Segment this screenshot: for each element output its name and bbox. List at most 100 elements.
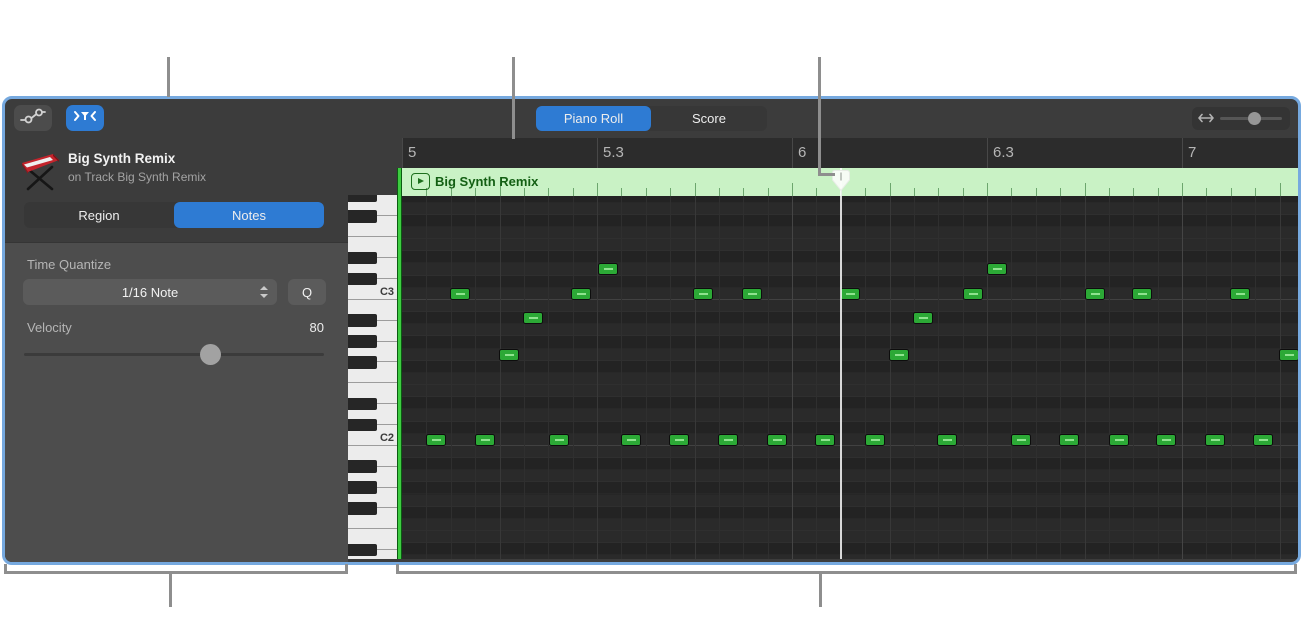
midi-note-C2[interactable]	[815, 434, 835, 446]
region-tick	[426, 188, 427, 196]
midi-note-G2[interactable]	[1279, 349, 1298, 361]
black-key[interactable]	[348, 460, 377, 473]
callout-bracket-left	[4, 571, 348, 574]
zoom-slider-knob[interactable]	[1248, 112, 1261, 125]
midi-note-C3[interactable]	[840, 288, 860, 300]
ruler-label: 6	[798, 138, 806, 168]
view-tabs: Piano Roll Score	[536, 106, 767, 131]
quantize-apply-button[interactable]: Q	[288, 279, 326, 305]
grid-row-G1	[402, 495, 1298, 507]
velocity-slider-knob[interactable]	[200, 344, 221, 365]
piano-roll-editor-window: Big Synth Remix on Track Big Synth Remix…	[2, 96, 1301, 565]
callout-line-playhead-elbow	[818, 173, 835, 176]
black-key[interactable]	[348, 544, 377, 557]
black-key[interactable]	[348, 419, 377, 432]
grid-line	[816, 196, 817, 559]
grid-line	[792, 196, 793, 559]
midi-note-C3[interactable]	[693, 288, 713, 300]
midi-note-C2[interactable]	[475, 434, 495, 446]
midi-note-C2[interactable]	[1059, 434, 1079, 446]
black-key[interactable]	[348, 481, 377, 494]
midi-note-C3[interactable]	[1132, 288, 1152, 300]
midi-note-G2[interactable]	[889, 349, 909, 361]
grid-line	[573, 196, 574, 559]
black-key[interactable]	[348, 252, 377, 265]
black-key[interactable]	[348, 314, 377, 327]
midi-note-C2[interactable]	[937, 434, 957, 446]
region-tick	[792, 183, 793, 196]
midi-note-C2[interactable]	[1011, 434, 1031, 446]
midi-note-C2[interactable]	[549, 434, 569, 446]
time-quantize-select[interactable]: 1/16 Note	[23, 279, 277, 305]
velocity-value: 80	[224, 320, 324, 335]
grid-row-E2	[402, 385, 1298, 397]
midi-note-C2[interactable]	[1109, 434, 1129, 446]
midi-note-G2[interactable]	[499, 349, 519, 361]
grid-line	[768, 196, 769, 559]
region-tick	[987, 183, 988, 196]
track-title: Big Synth Remix	[68, 151, 175, 166]
black-key[interactable]	[348, 273, 377, 286]
grid-line	[1280, 196, 1281, 559]
velocity-label: Velocity	[27, 320, 72, 335]
playhead-line[interactable]	[840, 168, 842, 559]
midi-note-C2[interactable]	[767, 434, 787, 446]
callout-bracket-left-drop	[169, 574, 172, 607]
piano-keyboard[interactable]: C3C2	[348, 195, 397, 559]
region-tick	[914, 188, 915, 196]
midi-note-C2[interactable]	[865, 434, 885, 446]
black-key[interactable]	[348, 335, 377, 348]
midi-note-C2[interactable]	[426, 434, 446, 446]
region-tick	[890, 183, 891, 196]
midi-note-D3[interactable]	[987, 263, 1007, 275]
region-tick	[1206, 188, 1207, 196]
region-tick	[695, 183, 696, 196]
midi-note-C3[interactable]	[963, 288, 983, 300]
tab-piano-roll[interactable]: Piano Roll	[536, 106, 651, 131]
midi-note-C3[interactable]	[571, 288, 591, 300]
grid-row-C#3	[402, 276, 1298, 288]
midi-in-button[interactable]	[66, 105, 104, 131]
midi-note-D3[interactable]	[598, 263, 618, 275]
octave-label-C2: C2	[380, 432, 394, 444]
black-key[interactable]	[348, 195, 377, 202]
midi-note-C2[interactable]	[621, 434, 641, 446]
grid-row-F#2	[402, 361, 1298, 373]
midi-note-C3[interactable]	[742, 288, 762, 300]
grid-row-G3	[402, 203, 1298, 215]
grid-row-D3	[402, 263, 1298, 275]
inspector-mode-tabs: Region Notes	[24, 202, 324, 228]
midi-note-C2[interactable]	[669, 434, 689, 446]
note-grid[interactable]	[402, 196, 1298, 559]
region-tick	[597, 183, 598, 196]
grid-row-D#1	[402, 543, 1298, 555]
automation-button[interactable]	[14, 105, 52, 131]
tab-region[interactable]: Region	[24, 202, 174, 228]
black-key[interactable]	[348, 356, 377, 369]
region-play-button[interactable]	[411, 173, 430, 190]
grid-row-B1	[402, 446, 1298, 458]
region-tick	[573, 188, 574, 196]
black-key[interactable]	[348, 398, 377, 411]
beat-ruler[interactable]: 55.366.37	[402, 138, 1298, 168]
black-key[interactable]	[348, 502, 377, 515]
tab-notes[interactable]: Notes	[174, 202, 324, 228]
grid-line	[865, 196, 866, 559]
midi-note-C3[interactable]	[1230, 288, 1250, 300]
grid-line	[597, 196, 598, 559]
midi-note-A#2[interactable]	[913, 312, 933, 324]
midi-note-C3[interactable]	[1085, 288, 1105, 300]
region-tick	[719, 188, 720, 196]
midi-note-C3[interactable]	[450, 288, 470, 300]
midi-note-C2[interactable]	[1253, 434, 1273, 446]
region-tick	[646, 188, 647, 196]
grid-row-A1	[402, 470, 1298, 482]
tab-score[interactable]: Score	[651, 106, 767, 131]
midi-note-C2[interactable]	[1205, 434, 1225, 446]
black-key[interactable]	[348, 210, 377, 223]
callout-bracket-right-drop	[819, 574, 822, 607]
midi-note-A#2[interactable]	[523, 312, 543, 324]
velocity-slider-track[interactable]	[24, 353, 324, 356]
midi-note-C2[interactable]	[1156, 434, 1176, 446]
midi-note-C2[interactable]	[718, 434, 738, 446]
